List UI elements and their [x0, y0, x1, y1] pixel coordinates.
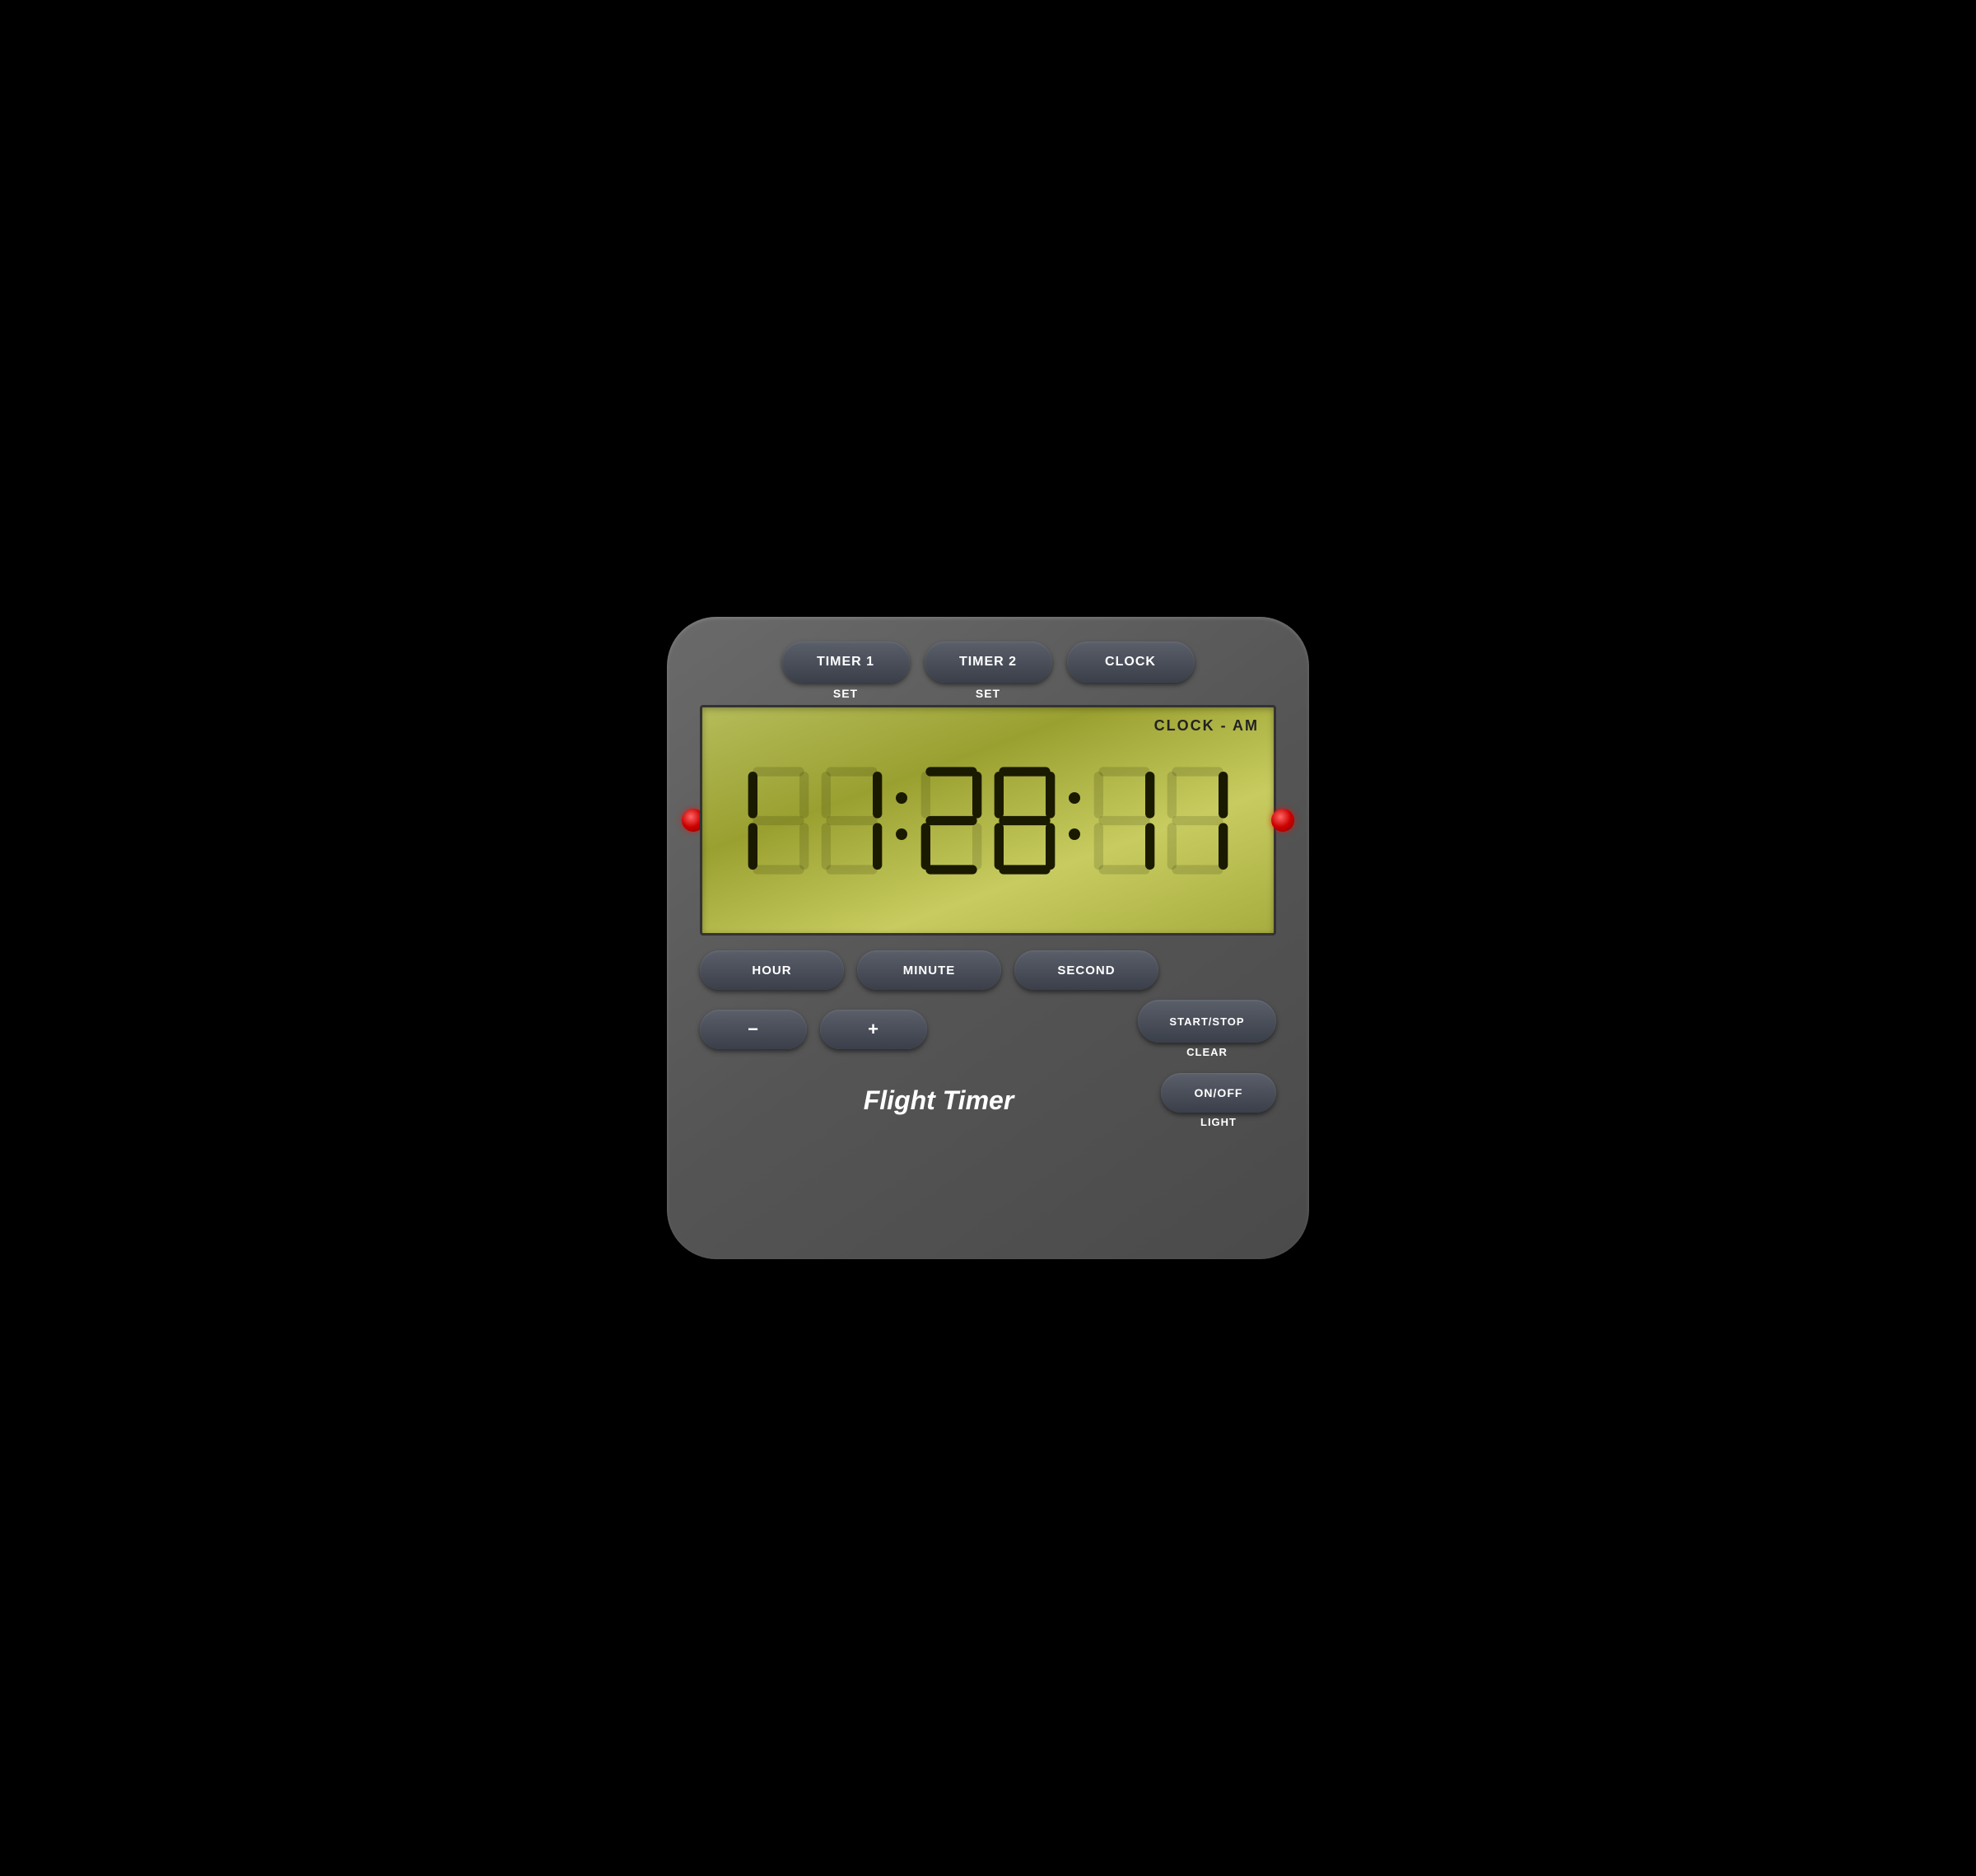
adjustment-buttons-row: HOUR MINUTE SECOND	[700, 950, 1276, 990]
plus-button[interactable]: +	[820, 1010, 927, 1049]
bottom-controls: HOUR MINUTE SECOND − + START/STOP CLEAR …	[700, 950, 1276, 1128]
start-stop-group: START/STOP CLEAR	[1138, 1000, 1276, 1058]
start-stop-button[interactable]: START/STOP	[1138, 1000, 1276, 1043]
timer2-button[interactable]: TIMER 2	[925, 642, 1052, 683]
colon-2	[1066, 792, 1083, 840]
colon-1	[893, 792, 910, 840]
flight-timer-device: TIMER 1 SET TIMER 2 SET CLOCK CLOCK - AM	[667, 617, 1309, 1259]
control-buttons-row: − + START/STOP CLEAR	[700, 1000, 1276, 1058]
mode-label: CLOCK - AM	[1154, 717, 1259, 735]
clock-group: CLOCK	[1067, 642, 1195, 700]
lcd-screen: CLOCK - AM	[700, 705, 1276, 936]
timer2-group: TIMER 2 SET	[925, 642, 1052, 700]
hour-button[interactable]: HOUR	[700, 950, 844, 990]
digit-minutes-1	[916, 761, 986, 880]
timer1-button[interactable]: TIMER 1	[782, 642, 910, 683]
clear-label: CLEAR	[1186, 1046, 1228, 1058]
on-off-group: ON/OFF LIGHT	[1161, 1073, 1276, 1128]
minute-button[interactable]: MINUTE	[857, 950, 1001, 990]
display-container: CLOCK - AM	[700, 705, 1276, 936]
digit-hours-1	[743, 761, 813, 880]
timer1-group: TIMER 1 SET	[782, 642, 910, 700]
digit-minutes-2	[990, 761, 1060, 880]
digit-seconds-1	[1089, 761, 1159, 880]
clock-button[interactable]: CLOCK	[1067, 642, 1195, 683]
time-display	[743, 761, 1233, 880]
mode-buttons-row: TIMER 1 SET TIMER 2 SET CLOCK	[700, 642, 1276, 700]
on-off-button[interactable]: ON/OFF	[1161, 1073, 1276, 1113]
second-button[interactable]: SECOND	[1014, 950, 1158, 990]
digit-hours-2	[817, 761, 887, 880]
light-label: LIGHT	[1200, 1116, 1237, 1128]
digit-seconds-2	[1163, 761, 1233, 880]
led-right-indicator	[1271, 809, 1294, 832]
minus-button[interactable]: −	[700, 1010, 807, 1049]
timer1-set-label: SET	[833, 687, 858, 700]
brand-row: Flight Timer ON/OFF LIGHT	[700, 1073, 1276, 1128]
timer2-set-label: SET	[976, 687, 1000, 700]
brand-label: Flight Timer	[700, 1085, 1161, 1116]
